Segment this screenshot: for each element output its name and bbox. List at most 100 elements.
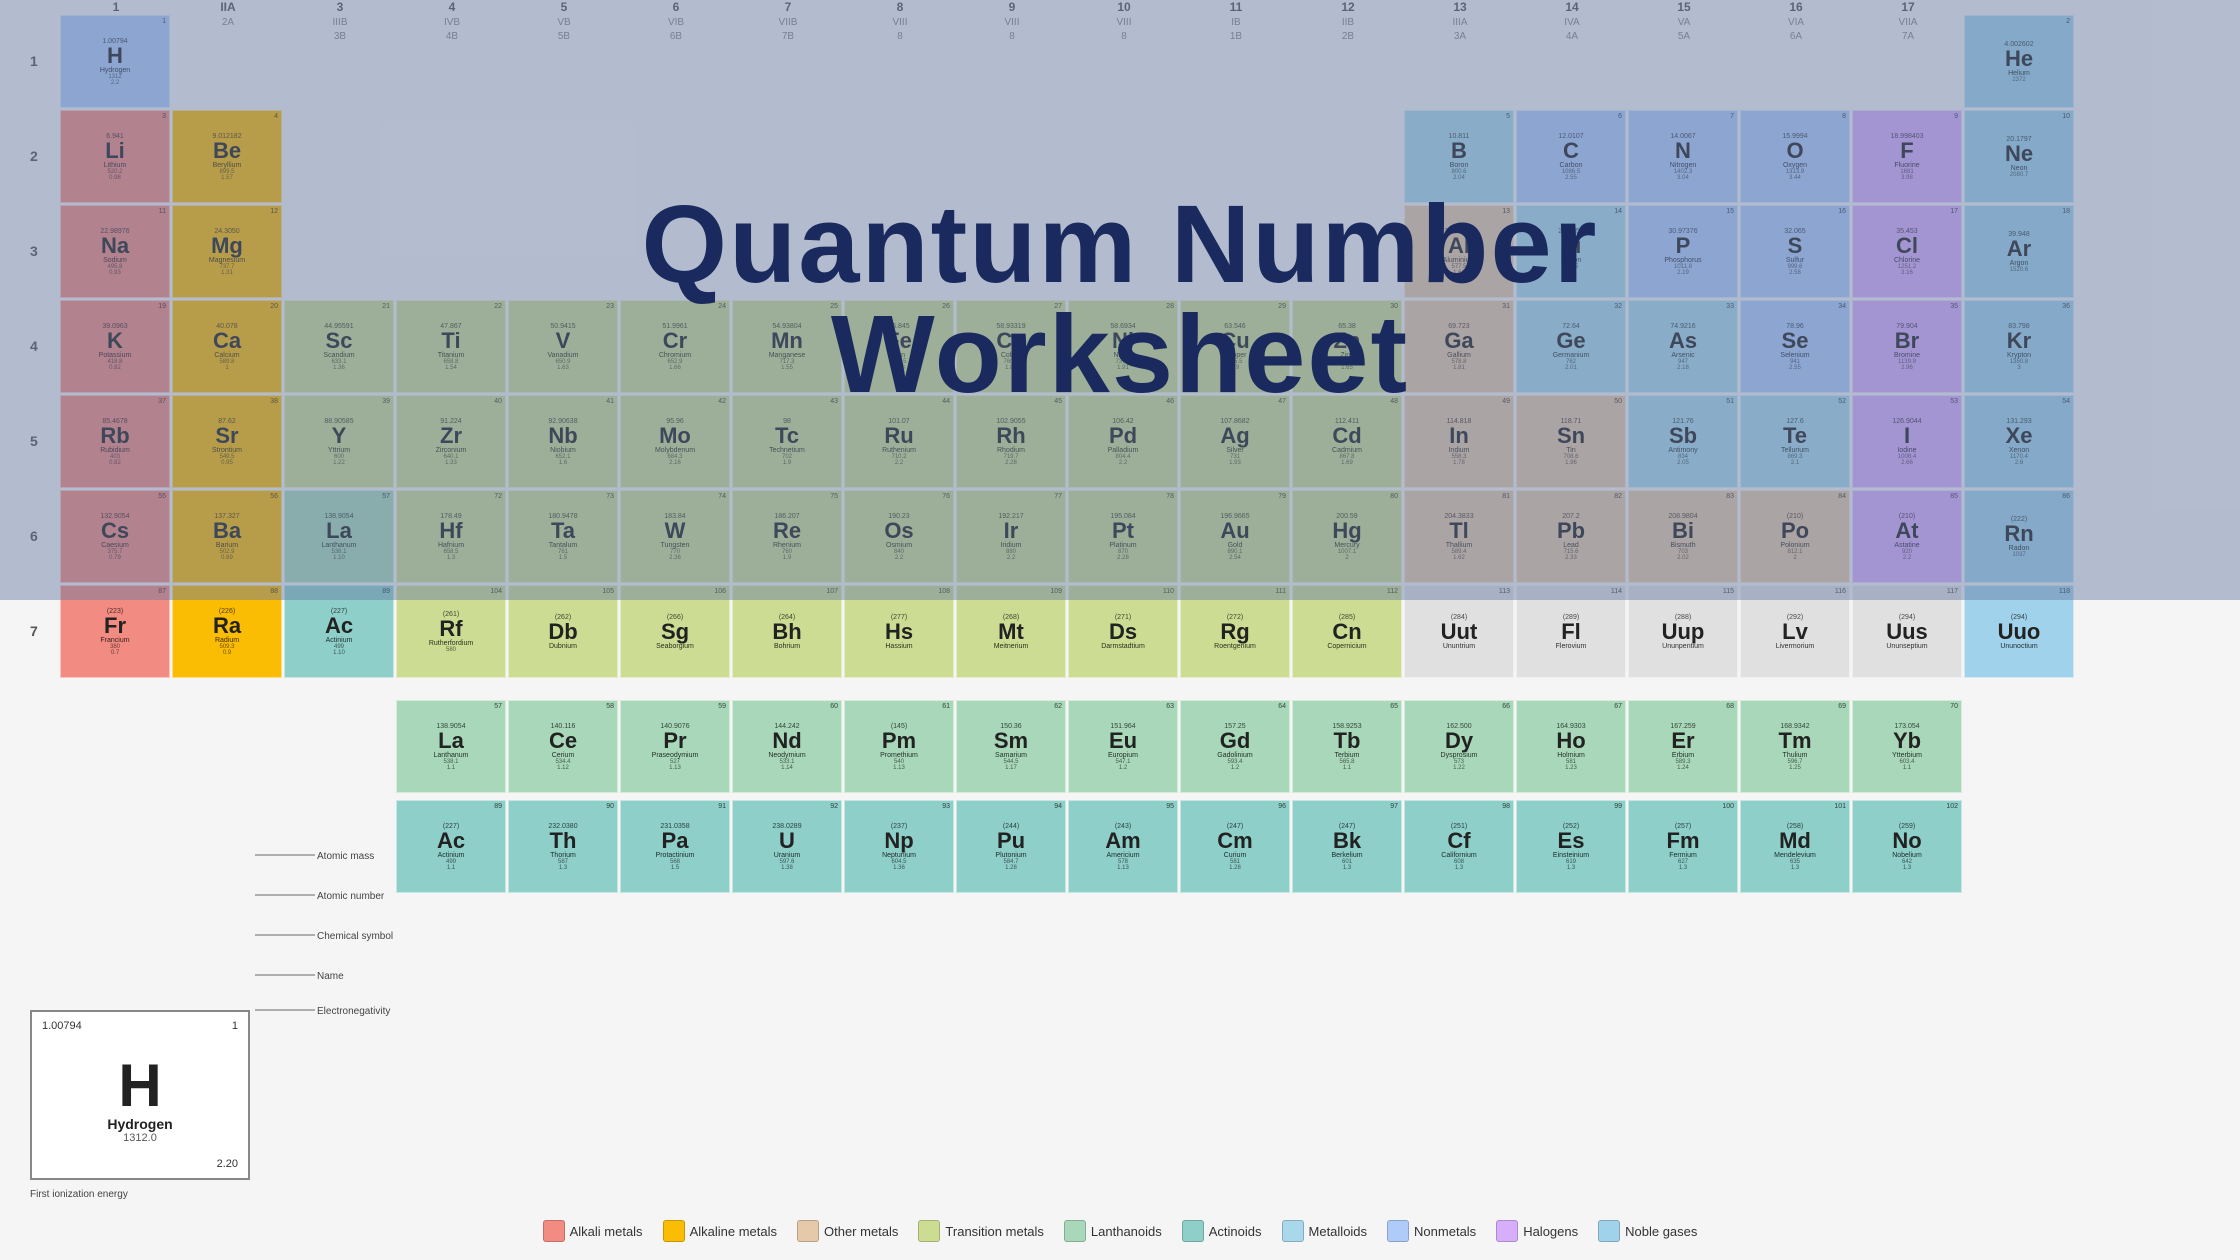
element-Ds[interactable]: (271) 110 Ds Darmstadtium bbox=[1068, 585, 1178, 678]
element-Ge[interactable]: 72.64 32 Ge Germanium 762 2.01 bbox=[1516, 300, 1626, 393]
element-Sc[interactable]: 44.95591 21 Sc Scandium 633.1 1.36 bbox=[284, 300, 394, 393]
element-Sn[interactable]: 118.71 50 Sn Tin 708.6 1.96 bbox=[1516, 395, 1626, 488]
element-Be[interactable]: 9.012182 4 Be Beryllium 899.5 1.57 bbox=[172, 110, 282, 203]
element-Eu[interactable]: 151.964 63 Eu Europium 547.1 1.2 bbox=[1068, 700, 1178, 793]
element-Tb[interactable]: 158.9253 65 Tb Terbium 565.8 1.1 bbox=[1292, 700, 1402, 793]
element-La-placeholder[interactable]: 138.905457LaLanthanum538.11.10 bbox=[284, 490, 394, 583]
element-At[interactable]: (210) 85 At Astatine 920 2.2 bbox=[1852, 490, 1962, 583]
element-Yb[interactable]: 173.054 70 Yb Ytterbium 603.4 1.1 bbox=[1852, 700, 1962, 793]
element-O[interactable]: 15.9994 8 O Oxygen 1313.9 3.44 bbox=[1740, 110, 1850, 203]
element-Ta[interactable]: 180.9478 73 Ta Tantalum 761 1.5 bbox=[508, 490, 618, 583]
element-La[interactable]: 138.9054 57 La Lanthanum 538.1 1.1 bbox=[396, 700, 506, 793]
element-Pm[interactable]: (145) 61 Pm Promethium 540 1.13 bbox=[844, 700, 954, 793]
element-F[interactable]: 18.998403 9 F Fluorine 1681 3.98 bbox=[1852, 110, 1962, 203]
element-Ne[interactable]: 20.1797 10 Ne Neon 2080.7 bbox=[1964, 110, 2074, 203]
element-Po[interactable]: (210) 84 Po Polonium 812.1 2 bbox=[1740, 490, 1850, 583]
element-As[interactable]: 74.9216 33 As Arsenic 947 2.18 bbox=[1628, 300, 1738, 393]
element-Fr[interactable]: (223) 87 Fr Francium 380 0.7 bbox=[60, 585, 170, 678]
element-Ac-placeholder[interactable]: (227)89AcActinium4991.10 bbox=[284, 585, 394, 678]
element-N[interactable]: 14.0067 7 N Nitrogen 1402.3 3.04 bbox=[1628, 110, 1738, 203]
element-Cf[interactable]: (251) 98 Cf Californium 608 1.3 bbox=[1404, 800, 1514, 893]
element-Re[interactable]: 186.207 75 Re Rhenium 760 1.9 bbox=[732, 490, 842, 583]
element-K[interactable]: 39.0963 19 K Potassium 418.8 0.82 bbox=[60, 300, 170, 393]
element-Am[interactable]: (243) 95 Am Americium 578 1.13 bbox=[1068, 800, 1178, 893]
element-Mn[interactable]: 54.93804 25 Mn Manganese 717.3 1.55 bbox=[732, 300, 842, 393]
element-V[interactable]: 50.9415 23 V Vanadium 650.9 1.63 bbox=[508, 300, 618, 393]
element-Cr[interactable]: 51.9961 24 Cr Chromium 652.9 1.66 bbox=[620, 300, 730, 393]
element-Rg[interactable]: (272) 111 Rg Roentgenium bbox=[1180, 585, 1290, 678]
element-Ho[interactable]: 164.9303 67 Ho Holmium 581 1.23 bbox=[1516, 700, 1626, 793]
element-Ba[interactable]: 137.327 56 Ba Barium 502.9 0.89 bbox=[172, 490, 282, 583]
element-Cd[interactable]: 112.411 48 Cd Cadmium 867.8 1.69 bbox=[1292, 395, 1402, 488]
element-Te[interactable]: 127.6 52 Te Tellurium 869.3 2.1 bbox=[1740, 395, 1850, 488]
element-W[interactable]: 183.84 74 W Tungsten 770 2.36 bbox=[620, 490, 730, 583]
element-Uut[interactable]: (284) 113 Uut Ununtrium bbox=[1404, 585, 1514, 678]
element-Si[interactable]: 28.0855 14 Si Silicon 786.5 1.9 bbox=[1516, 205, 1626, 298]
element-Ar[interactable]: 39.948 18 Ar Argon 1520.6 bbox=[1964, 205, 2074, 298]
element-Y[interactable]: 88.90585 39 Y Yttrium 600 1.22 bbox=[284, 395, 394, 488]
element-Nd[interactable]: 144.242 60 Nd Neodymium 533.1 1.14 bbox=[732, 700, 842, 793]
element-Cs[interactable]: 132.9054 55 Cs Caesium 375.7 0.79 bbox=[60, 490, 170, 583]
element-Br[interactable]: 79.904 35 Br Bromine 1139.9 2.96 bbox=[1852, 300, 1962, 393]
element-Li[interactable]: 6.941 3 Li Lithium 520.2 0.98 bbox=[60, 110, 170, 203]
element-Pd[interactable]: 106.42 46 Pd Palladium 804.4 2.2 bbox=[1068, 395, 1178, 488]
element-Rb[interactable]: 85.4678 37 Rb Rubidium 403 0.82 bbox=[60, 395, 170, 488]
element-Mo[interactable]: 95.96 42 Mo Molybdenum 684.3 2.16 bbox=[620, 395, 730, 488]
element-Hs[interactable]: (277) 108 Hs Hassium bbox=[844, 585, 954, 678]
element-Pr[interactable]: 140.9076 59 Pr Praseodymium 527 1.13 bbox=[620, 700, 730, 793]
element-Ga[interactable]: 69.723 31 Ga Gallium 578.8 1.81 bbox=[1404, 300, 1514, 393]
element-Pb[interactable]: 207.2 82 Pb Lead 715.6 2.33 bbox=[1516, 490, 1626, 583]
element-S[interactable]: 32.065 16 S Sulfur 999.6 2.58 bbox=[1740, 205, 1850, 298]
element-H[interactable]: 1.00794 1 H Hydrogen 1312 2.2 bbox=[60, 15, 170, 108]
element-Ce[interactable]: 140.116 58 Ce Cerium 534.4 1.12 bbox=[508, 700, 618, 793]
element-Fe[interactable]: 55.845 26 Fe Iron 762.5 1.83 bbox=[844, 300, 954, 393]
element-B[interactable]: 10.811 5 B Boron 800.6 2.04 bbox=[1404, 110, 1514, 203]
element-Db[interactable]: (262) 105 Db Dubnium bbox=[508, 585, 618, 678]
element-Pa[interactable]: 231.0358 91 Pa Protactinium 568 1.5 bbox=[620, 800, 730, 893]
element-Tc[interactable]: 98 43 Tc Technetium 702 1.9 bbox=[732, 395, 842, 488]
element-Md[interactable]: (258) 101 Md Mendelevium 635 1.3 bbox=[1740, 800, 1850, 893]
element-Cn[interactable]: (285) 112 Cn Copernicium bbox=[1292, 585, 1402, 678]
element-Ir[interactable]: 192.217 77 Ir Iridium 880 2.2 bbox=[956, 490, 1066, 583]
element-Es[interactable]: (252) 99 Es Einsteinium 619 1.3 bbox=[1516, 800, 1626, 893]
element-Bh[interactable]: (264) 107 Bh Bohrium bbox=[732, 585, 842, 678]
element-Pu[interactable]: (244) 94 Pu Plutonium 584.7 1.28 bbox=[956, 800, 1066, 893]
element-Zn[interactable]: 65.38 30 Zn Zinc 906.4 1.65 bbox=[1292, 300, 1402, 393]
element-Cu[interactable]: 63.546 29 Cu Copper 745.5 1.9 bbox=[1180, 300, 1290, 393]
element-Os[interactable]: 190.23 76 Os Osmium 840 2.2 bbox=[844, 490, 954, 583]
element-Al[interactable]: 26.98153 13 Al Aluminium 577.5 1.61 bbox=[1404, 205, 1514, 298]
element-No[interactable]: (259) 102 No Nobelium 642 1.3 bbox=[1852, 800, 1962, 893]
element-Se[interactable]: 78.96 34 Se Selenium 941 2.55 bbox=[1740, 300, 1850, 393]
element-Xe[interactable]: 131.293 54 Xe Xenon 1170.4 2.6 bbox=[1964, 395, 2074, 488]
element-Sb[interactable]: 121.76 51 Sb Antimony 834 2.05 bbox=[1628, 395, 1738, 488]
element-Fm[interactable]: (257) 100 Fm Fermium 627 1.3 bbox=[1628, 800, 1738, 893]
element-Nb[interactable]: 92.90638 41 Nb Niobium 652.1 1.6 bbox=[508, 395, 618, 488]
element-Cm[interactable]: (247) 96 Cm Curium 581 1.28 bbox=[1180, 800, 1290, 893]
element-Rf[interactable]: (261) 104 Rf Rutherfordium 580 bbox=[396, 585, 506, 678]
element-Uuo[interactable]: (294) 118 Uuo Ununoctium bbox=[1964, 585, 2074, 678]
element-Hg[interactable]: 200.59 80 Hg Mercury 1007.1 2 bbox=[1292, 490, 1402, 583]
element-Fl[interactable]: (289) 114 Fl Flerovium bbox=[1516, 585, 1626, 678]
element-Gd[interactable]: 157.25 64 Gd Gadolinium 593.4 1.2 bbox=[1180, 700, 1290, 793]
element-Rh[interactable]: 102.9055 45 Rh Rhodium 719.7 2.28 bbox=[956, 395, 1066, 488]
element-Kr[interactable]: 83.798 36 Kr Krypton 1350.8 3 bbox=[1964, 300, 2074, 393]
element-Np[interactable]: (237) 93 Np Neptunium 604.5 1.36 bbox=[844, 800, 954, 893]
element-Tl[interactable]: 204.3833 81 Tl Thallium 589.4 1.62 bbox=[1404, 490, 1514, 583]
element-Bk[interactable]: (247) 97 Bk Berkelium 601 1.3 bbox=[1292, 800, 1402, 893]
element-Dy[interactable]: 162.500 66 Dy Dysprosium 573 1.22 bbox=[1404, 700, 1514, 793]
element-Au[interactable]: 196.9665 79 Au Gold 890.1 2.54 bbox=[1180, 490, 1290, 583]
element-Ag[interactable]: 107.8682 47 Ag Silver 731 1.93 bbox=[1180, 395, 1290, 488]
element-Ca[interactable]: 40.078 20 Ca Calcium 589.8 1 bbox=[172, 300, 282, 393]
element-Lv[interactable]: (292) 116 Lv Livermorium bbox=[1740, 585, 1850, 678]
element-C[interactable]: 12.0107 6 C Carbon 1086.5 2.55 bbox=[1516, 110, 1626, 203]
element-Ti[interactable]: 47.867 22 Ti Titanium 658.8 1.54 bbox=[396, 300, 506, 393]
element-In[interactable]: 114.818 49 In Indium 558.3 1.78 bbox=[1404, 395, 1514, 488]
element-Bi[interactable]: 208.9804 83 Bi Bismuth 703 2.02 bbox=[1628, 490, 1738, 583]
element-Tm[interactable]: 168.9342 69 Tm Thulium 596.7 1.25 bbox=[1740, 700, 1850, 793]
element-U[interactable]: 238.0289 92 U Uranium 597.6 1.38 bbox=[732, 800, 842, 893]
element-Ni[interactable]: 58.6934 28 Ni Nickel 737.1 1.91 bbox=[1068, 300, 1178, 393]
element-Mt[interactable]: (268) 109 Mt Meitnerium bbox=[956, 585, 1066, 678]
element-Zr[interactable]: 91.224 40 Zr Zirconium 640.1 1.33 bbox=[396, 395, 506, 488]
element-P[interactable]: 30.97376 15 P Phosphorus 1011.8 2.19 bbox=[1628, 205, 1738, 298]
element-I[interactable]: 126.9044 53 I Iodine 1008.4 2.66 bbox=[1852, 395, 1962, 488]
